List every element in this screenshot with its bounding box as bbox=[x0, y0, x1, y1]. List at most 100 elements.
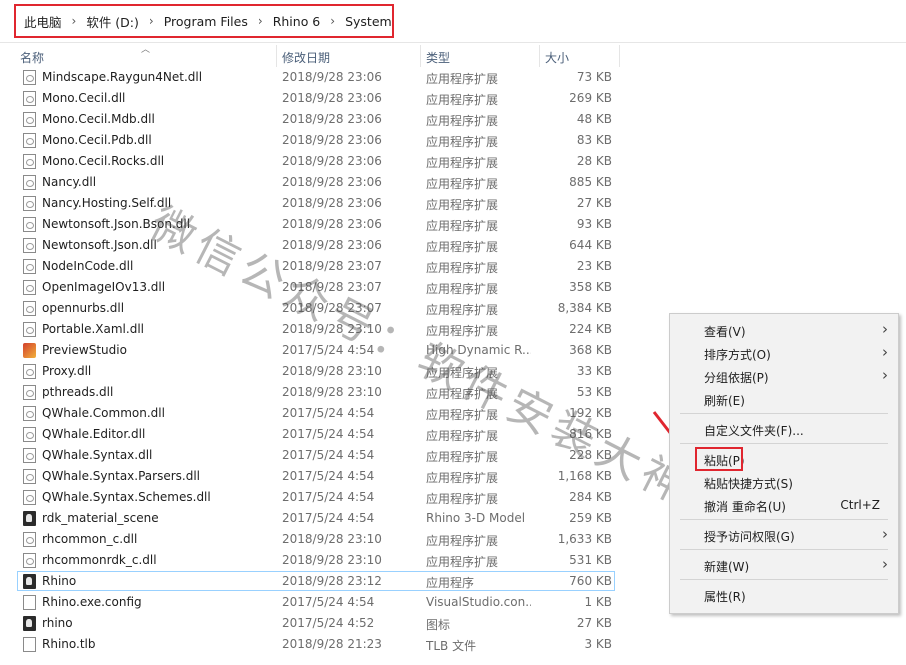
dll-icon bbox=[23, 259, 36, 274]
file-row[interactable]: rhcommonrdk_c.dll 2018/9/28 23:10 应用程序扩展 53… bbox=[0, 550, 620, 571]
file-date: 2018/9/28 23:10 bbox=[282, 553, 382, 567]
breadcrumb-drive-d[interactable]: 软件 (D:) bbox=[86, 12, 139, 31]
file-type: 应用程序扩展 bbox=[426, 72, 499, 86]
breadcrumb[interactable]: 此电脑 › 软件 (D:) › Program Files › Rhino 6 … bbox=[14, 4, 394, 38]
file-list: Mindscape.Raygun4Net.dll 2018/9/28 23:06 应… bbox=[0, 67, 620, 655]
file-type: 应用程序扩展 bbox=[426, 303, 499, 317]
file-size: 284 KB bbox=[569, 490, 612, 504]
column-type-header[interactable]: 类型 bbox=[426, 49, 450, 66]
file-name: Proxy.dll bbox=[42, 364, 92, 378]
file-row[interactable]: Proxy.dll 2018/9/28 23:10 应用程序扩展 33 KB bbox=[0, 361, 620, 382]
column-divider[interactable] bbox=[619, 45, 620, 67]
file-row[interactable]: OpenImageIOv13.dll 2018/9/28 23:07 应用程序扩展 3… bbox=[0, 277, 620, 298]
file-type: 应用程序扩展 bbox=[426, 240, 499, 254]
chevron-right-icon[interactable]: › bbox=[320, 14, 345, 28]
menu-item-properties[interactable]: 属性(R) bbox=[670, 584, 898, 606]
file-size: 531 KB bbox=[569, 553, 612, 567]
file-row[interactable]: Nancy.Hosting.Self.dll 2018/9/28 23:06 应用程… bbox=[0, 193, 620, 214]
file-type: 应用程序扩展 bbox=[426, 366, 499, 380]
file-size: 53 KB bbox=[576, 385, 612, 399]
file-date: 2018/9/28 23:10 bbox=[282, 322, 382, 336]
column-size-header[interactable]: 大小 bbox=[545, 49, 569, 66]
file-row[interactable]: rhino 2017/5/24 4:52 图标 27 KB bbox=[0, 613, 620, 634]
menu-item-give-access[interactable]: 授予访问权限(G) › bbox=[670, 524, 898, 546]
file-row[interactable]: Rhino 2018/9/28 23:12 应用程序 760 KB bbox=[0, 571, 620, 592]
dll-icon bbox=[23, 385, 36, 400]
file-row[interactable]: Mono.Cecil.Pdb.dll 2018/9/28 23:06 应用程序扩展 8… bbox=[0, 130, 620, 151]
column-name-header[interactable]: 名称 bbox=[20, 49, 44, 66]
menu-item-undo-rename[interactable]: 撤消 重命名(U) Ctrl+Z bbox=[670, 494, 898, 516]
file-row[interactable]: QWhale.Syntax.dll 2017/5/24 4:54 应用程序扩展 228… bbox=[0, 445, 620, 466]
breadcrumb-this-pc[interactable]: 此电脑 bbox=[24, 12, 62, 31]
file-row[interactable]: Mono.Cecil.Mdb.dll 2018/9/28 23:06 应用程序扩展 4… bbox=[0, 109, 620, 130]
file-type: 图标 bbox=[426, 618, 451, 632]
file-size: 8,384 KB bbox=[557, 301, 612, 315]
file-row[interactable]: opennurbs.dll 2018/9/28 23:07 应用程序扩展 8,384 … bbox=[0, 298, 620, 319]
file-row[interactable]: NodeInCode.dll 2018/9/28 23:07 应用程序扩展 23 KB bbox=[0, 256, 620, 277]
menu-separator bbox=[680, 549, 888, 550]
file-name: QWhale.Syntax.Parsers.dll bbox=[42, 469, 201, 483]
file-row[interactable]: pthreads.dll 2018/9/28 23:10 应用程序扩展 53 KB bbox=[0, 382, 620, 403]
chevron-right-icon: › bbox=[882, 343, 888, 361]
file-row[interactable]: Nancy.dll 2018/9/28 23:06 应用程序扩展 885 KB bbox=[0, 172, 620, 193]
chevron-right-icon[interactable]: › bbox=[248, 14, 273, 28]
file-row[interactable]: QWhale.Editor.dll 2017/5/24 4:54 应用程序扩展 816… bbox=[0, 424, 620, 445]
file-type: 应用程序扩展 bbox=[426, 177, 499, 191]
file-row[interactable]: QWhale.Common.dll 2017/5/24 4:54 应用程序扩展 192… bbox=[0, 403, 620, 424]
file-type: 应用程序扩展 bbox=[426, 282, 499, 296]
file-size: 83 KB bbox=[576, 133, 612, 147]
file-date: 2018/9/28 23:12 bbox=[282, 574, 382, 588]
column-divider[interactable] bbox=[276, 45, 277, 67]
file-row[interactable]: Portable.Xaml.dll 2018/9/28 23:10 应用程序扩展 22… bbox=[0, 319, 620, 340]
file-date: 2018/9/28 23:06 bbox=[282, 238, 382, 252]
file-row[interactable]: Mono.Cecil.dll 2018/9/28 23:06 应用程序扩展 269 K… bbox=[0, 88, 620, 109]
menu-item-customize-folder[interactable]: 自定义文件夹(F)... bbox=[670, 418, 898, 440]
menu-item-new[interactable]: 新建(W) › bbox=[670, 554, 898, 576]
chevron-right-icon[interactable]: › bbox=[62, 14, 87, 28]
column-header: ︿ 名称 修改日期 类型 大小 bbox=[0, 45, 620, 67]
file-name: Rhino.exe.config bbox=[42, 595, 142, 609]
file-row[interactable]: rhcommon_c.dll 2018/9/28 23:10 应用程序扩展 1,633… bbox=[0, 529, 620, 550]
file-date: 2017/5/24 4:54 bbox=[282, 490, 375, 504]
paste-highlight-box bbox=[695, 447, 743, 471]
file-row[interactable]: Rhino.tlb 2018/9/28 21:23 TLB 文件 3 KB bbox=[0, 634, 620, 655]
file-row[interactable]: QWhale.Syntax.Parsers.dll 2017/5/24 4:54 应… bbox=[0, 466, 620, 487]
menu-item-view[interactable]: 查看(V) › bbox=[670, 319, 898, 341]
tlb-file-icon bbox=[23, 637, 36, 652]
breadcrumb-program-files[interactable]: Program Files bbox=[164, 14, 248, 29]
menu-item-sort-by[interactable]: 排序方式(O) › bbox=[670, 342, 898, 364]
column-divider[interactable] bbox=[539, 45, 540, 67]
file-date: 2018/9/28 23:06 bbox=[282, 175, 382, 189]
chevron-right-icon[interactable]: › bbox=[139, 14, 164, 28]
menu-item-paste-shortcut[interactable]: 粘贴快捷方式(S) bbox=[670, 471, 898, 493]
file-row[interactable]: Mono.Cecil.Rocks.dll 2018/9/28 23:06 应用程序扩… bbox=[0, 151, 620, 172]
file-row[interactable]: Newtonsoft.Json.dll 2018/9/28 23:06 应用程序扩展… bbox=[0, 235, 620, 256]
file-date: 2018/9/28 23:06 bbox=[282, 133, 382, 147]
file-row[interactable]: QWhale.Syntax.Schemes.dll 2017/5/24 4:54 应… bbox=[0, 487, 620, 508]
file-size: 27 KB bbox=[576, 196, 612, 210]
file-name: QWhale.Common.dll bbox=[42, 406, 165, 420]
file-row[interactable]: Newtonsoft.Json.Bson.dll 2018/9/28 23:06 应… bbox=[0, 214, 620, 235]
file-name: rhcommonrdk_c.dll bbox=[42, 553, 157, 567]
file-row[interactable]: rdk_material_scene 2017/5/24 4:54 Rhino 3-… bbox=[0, 508, 620, 529]
sort-ascending-icon: ︿ bbox=[141, 45, 151, 55]
file-name: Rhino bbox=[42, 574, 77, 588]
file-name: Rhino.tlb bbox=[42, 637, 96, 651]
file-row[interactable]: Rhino.exe.config 2017/5/24 4:54 VisualStud… bbox=[0, 592, 620, 613]
file-size: 27 KB bbox=[576, 616, 612, 630]
dll-icon bbox=[23, 133, 36, 148]
menu-item-refresh[interactable]: 刷新(E) bbox=[670, 388, 898, 410]
breadcrumb-rhino-6[interactable]: Rhino 6 bbox=[273, 14, 321, 29]
breadcrumb-system[interactable]: System bbox=[345, 14, 392, 29]
column-date-header[interactable]: 修改日期 bbox=[282, 49, 330, 66]
file-name: Mono.Cecil.Rocks.dll bbox=[42, 154, 165, 168]
shortcut-label: Ctrl+Z bbox=[840, 498, 880, 512]
file-row[interactable]: Mindscape.Raygun4Net.dll 2018/9/28 23:06 应… bbox=[0, 67, 620, 88]
file-date: 2018/9/28 23:06 bbox=[282, 70, 382, 84]
file-row[interactable]: PreviewStudio 2017/5/24 4:54 High Dynamic … bbox=[0, 340, 620, 361]
file-name: PreviewStudio bbox=[42, 343, 127, 357]
column-divider[interactable] bbox=[420, 45, 421, 67]
file-type: 应用程序扩展 bbox=[426, 324, 499, 338]
dll-icon bbox=[23, 364, 36, 379]
menu-item-group-by[interactable]: 分组依据(P) › bbox=[670, 365, 898, 387]
